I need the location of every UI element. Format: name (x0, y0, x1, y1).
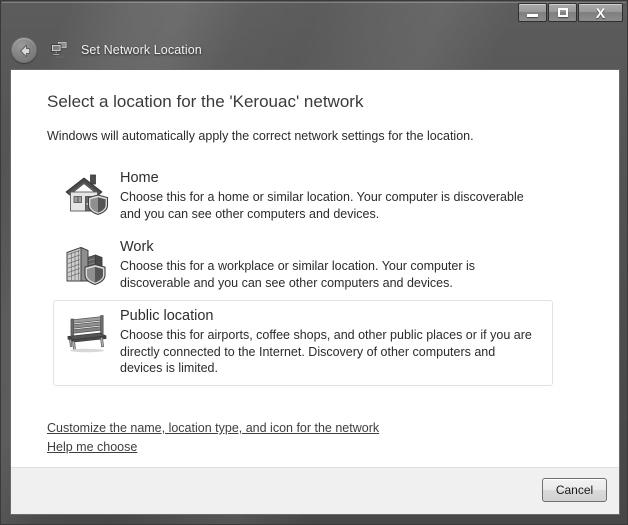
dialog-footer: Cancel (11, 467, 619, 514)
close-button[interactable]: X (578, 3, 623, 22)
back-button[interactable] (11, 37, 37, 63)
option-public-location-description: Choose this for airports, coffee shops, … (120, 328, 532, 375)
cancel-button[interactable]: Cancel (542, 478, 607, 502)
back-arrow-icon (20, 44, 31, 58)
park-bench-icon (62, 309, 110, 355)
option-public-location-text: Public location Choose this for airports… (120, 308, 544, 377)
customize-network-link[interactable]: Customize the name, location type, and i… (47, 419, 379, 438)
option-work[interactable]: Work Choose this for a workplace or simi… (53, 231, 553, 300)
dialog-client-area: Select a location for the 'Kerouac' netw… (10, 69, 620, 515)
house-shield-icon (62, 171, 110, 217)
page-title: Select a location for the 'Kerouac' netw… (47, 92, 364, 111)
window-frame: X Set Network Location Select a location… (0, 0, 628, 525)
option-home-description: Choose this for a home or similar locati… (120, 190, 524, 221)
option-home-text: Home Choose this for a home or similar l… (120, 170, 544, 222)
option-public-location-title: Public location (120, 308, 214, 324)
page-subtitle: Windows will automatically apply the cor… (47, 129, 474, 143)
network-icon (49, 40, 69, 60)
option-work-text: Work Choose this for a workplace or simi… (120, 239, 544, 291)
location-option-list: Home Choose this for a home or similar l… (53, 162, 601, 386)
help-me-choose-link[interactable]: Help me choose (47, 438, 379, 457)
minimize-icon (519, 4, 546, 21)
close-icon: X (595, 4, 606, 21)
window-title: Set Network Location (81, 43, 202, 57)
link-group: Customize the name, location type, and i… (47, 419, 379, 457)
option-public-location[interactable]: Public location Choose this for airports… (53, 300, 553, 386)
maximize-button[interactable] (548, 3, 577, 22)
office-building-shield-icon (62, 240, 110, 286)
option-home-title: Home (120, 170, 159, 186)
option-work-title: Work (120, 239, 154, 255)
titlebar: Set Network Location (1, 32, 627, 68)
caption-button-group: X (517, 3, 623, 22)
option-home[interactable]: Home Choose this for a home or similar l… (53, 162, 553, 231)
option-work-description: Choose this for a workplace or similar l… (120, 259, 476, 290)
minimize-button[interactable] (518, 3, 547, 22)
maximize-icon (549, 4, 576, 21)
dialog-content: Select a location for the 'Kerouac' netw… (11, 70, 619, 467)
